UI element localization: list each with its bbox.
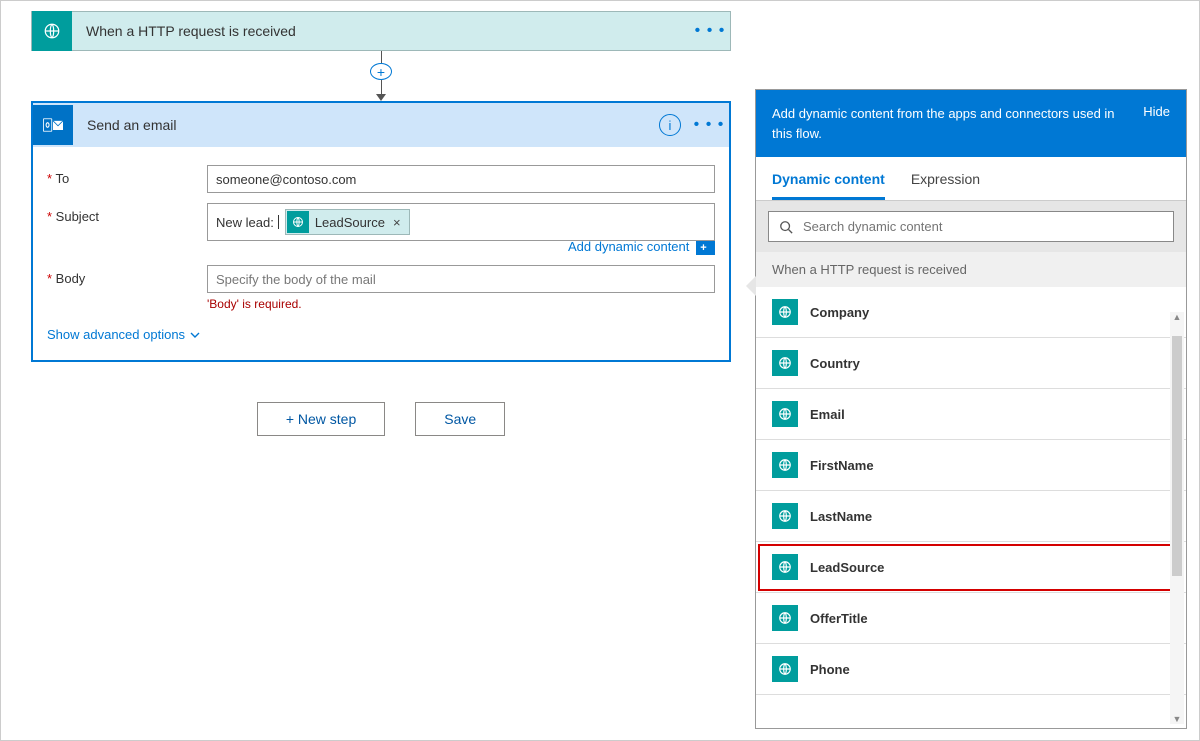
dynamic-group-header: When a HTTP request is received (756, 252, 1186, 287)
field-subject-label: * Subject (47, 203, 207, 241)
field-body-error: 'Body' is required. (207, 297, 715, 311)
show-advanced-options-link[interactable]: Show advanced options (47, 327, 201, 342)
outlook-connector-icon (33, 105, 73, 145)
bottom-button-row: + New step Save (31, 402, 731, 436)
http-connector-icon (32, 11, 72, 51)
flow-column: When a HTTP request is received • • • + (31, 11, 731, 436)
hide-panel-link[interactable]: Hide (1133, 104, 1170, 119)
remove-token-icon[interactable]: × (391, 215, 403, 230)
scroll-up-icon[interactable]: ▲ (1173, 312, 1182, 322)
action-info-button[interactable]: i (659, 114, 681, 136)
dynamic-item-email[interactable]: Email (756, 389, 1186, 440)
dynamic-items-list: Company Country Email FirstName LastName Lead… (756, 287, 1186, 728)
dynamic-panel-header: Add dynamic content from the apps and co… (756, 90, 1186, 157)
dynamic-item-lastname[interactable]: LastName (756, 491, 1186, 542)
dynamic-item-leadsource[interactable]: LeadSource (756, 542, 1186, 593)
dynamic-search-wrap (756, 201, 1186, 252)
dynamic-item-label: FirstName (810, 458, 874, 473)
http-token-icon (772, 452, 798, 478)
dynamic-item-label: OfferTitle (810, 611, 868, 626)
add-dynamic-content-link[interactable]: Add dynamic content + (47, 239, 715, 255)
field-body-input[interactable]: Specify the body of the mail (207, 265, 715, 293)
panel-pointer-icon (746, 276, 756, 296)
dynamic-item-company[interactable]: Company (756, 287, 1186, 338)
tab-dynamic-content[interactable]: Dynamic content (772, 157, 885, 200)
dynamic-item-phone[interactable]: Phone (756, 644, 1186, 695)
http-token-icon (287, 211, 309, 233)
http-token-icon (772, 401, 798, 427)
tab-expression[interactable]: Expression (911, 157, 980, 200)
field-to-row: * To someone@contoso.com (47, 165, 715, 193)
dynamic-item-label: LeadSource (810, 560, 884, 575)
http-token-icon (772, 656, 798, 682)
scroll-thumb[interactable] (1172, 336, 1182, 576)
trigger-menu-button[interactable]: • • • (690, 22, 730, 40)
http-token-icon (772, 554, 798, 580)
subject-token-leadsource[interactable]: LeadSource × (285, 209, 410, 235)
trigger-card[interactable]: When a HTTP request is received • • • (31, 11, 731, 51)
http-token-icon (772, 350, 798, 376)
dynamic-panel-tabs: Dynamic content Expression (756, 157, 1186, 201)
http-token-icon (772, 503, 798, 529)
field-subject-row: * Subject New lead: LeadSource × (47, 203, 715, 241)
dynamic-item-label: Phone (810, 662, 850, 677)
field-subject-input[interactable]: New lead: LeadSource × (207, 203, 715, 241)
action-title: Send an email (73, 117, 659, 133)
dynamic-item-label: Company (810, 305, 869, 320)
connector-line: + (31, 51, 731, 101)
search-icon (779, 220, 793, 234)
dynamic-search-box[interactable] (768, 211, 1174, 242)
field-to-label: * To (47, 165, 207, 193)
panel-scrollbar[interactable]: ▲ ▼ (1170, 312, 1184, 724)
scroll-down-icon[interactable]: ▼ (1173, 714, 1182, 724)
action-card-send-email: Send an email i • • • * To someone@conto… (31, 101, 731, 362)
action-menu-button[interactable]: • • • (689, 116, 729, 134)
http-token-icon (772, 299, 798, 325)
add-step-inline-button[interactable]: + (370, 63, 392, 80)
chevron-down-icon (189, 329, 201, 341)
new-step-button[interactable]: + New step (257, 402, 385, 436)
dynamic-item-label: Country (810, 356, 860, 371)
dynamic-item-label: LastName (810, 509, 872, 524)
http-token-icon (772, 605, 798, 631)
action-body: * To someone@contoso.com * Subject New l… (33, 147, 729, 360)
trigger-title: When a HTTP request is received (72, 23, 690, 39)
dynamic-item-firstname[interactable]: FirstName (756, 440, 1186, 491)
subject-prefix-text: New lead: (216, 215, 274, 230)
dynamic-item-offertitle[interactable]: OfferTitle (756, 593, 1186, 644)
field-body-row: * Body Specify the body of the mail 'Bod… (47, 265, 715, 311)
field-body-label: * Body (47, 265, 207, 311)
dynamic-item-country[interactable]: Country (756, 338, 1186, 389)
add-dynamic-plus-icon: + (696, 241, 711, 255)
dynamic-item-label: Email (810, 407, 845, 422)
save-button[interactable]: Save (415, 402, 505, 436)
dynamic-content-panel: Add dynamic content from the apps and co… (755, 89, 1187, 729)
field-to-input[interactable]: someone@contoso.com (207, 165, 715, 193)
dynamic-search-input[interactable] (801, 218, 1163, 235)
action-header[interactable]: Send an email i • • • (33, 103, 729, 147)
flow-designer-canvas: When a HTTP request is received • • • + (0, 0, 1200, 741)
